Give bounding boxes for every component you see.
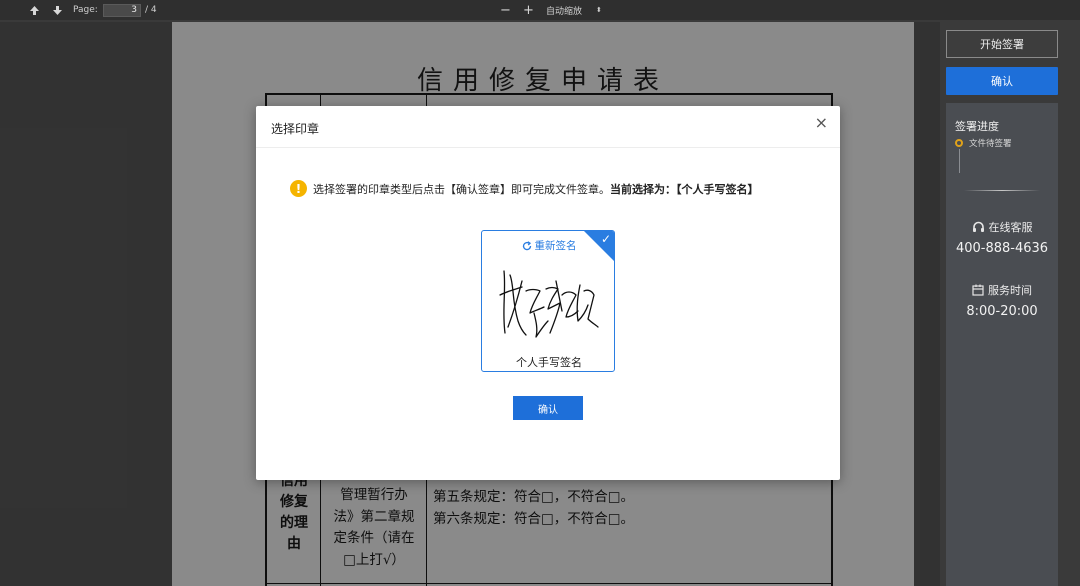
- start-sign-button[interactable]: 开始签署: [946, 30, 1058, 58]
- online-service-link[interactable]: 在线客服: [946, 219, 1058, 235]
- selection-notice: ! 选择签署的印章类型后点击【确认签章】即可完成文件签章。 当前选择为：【个人手…: [290, 180, 810, 197]
- page-number-input[interactable]: [103, 3, 141, 17]
- confirm-sign-button[interactable]: 确认: [513, 396, 583, 420]
- select-seal-dialog: 选择印章 × ! 选择签署的印章类型后点击【确认签章】即可完成文件签章。 当前选…: [256, 106, 840, 480]
- zoom-value: 自动缩放: [546, 6, 583, 17]
- progress-item: 文件待签署: [969, 139, 1012, 149]
- prev-page-button[interactable]: [27, 3, 41, 17]
- panel-confirm-button[interactable]: 确认: [946, 67, 1058, 95]
- page-label: Page:: [73, 5, 98, 15]
- select-caret-icon: ⬍: [596, 6, 602, 14]
- service-hours-label: 服务时间: [946, 282, 1058, 298]
- warning-icon: !: [290, 180, 307, 197]
- service-phone: 400-888-4636: [955, 241, 1049, 256]
- dialog-header: 选择印章 ×: [256, 106, 840, 148]
- calendar-icon: [972, 284, 984, 296]
- resign-button[interactable]: 重新签名: [482, 238, 614, 253]
- refresh-icon: [522, 240, 531, 250]
- notice-current-selection: 当前选择为：【个人手写签名】: [610, 182, 759, 196]
- zoom-in-button[interactable]: +: [523, 0, 534, 20]
- seal-option-handwritten[interactable]: ✓ 重新签名 个人手写签名: [481, 230, 615, 372]
- viewer-toolbar: Page: / 4 − + 自动缩放 ⬍: [0, 0, 1080, 20]
- progress-dot-icon: [955, 139, 963, 147]
- page-total: / 4: [145, 5, 157, 15]
- panel-divider: [964, 190, 1040, 191]
- notice-text: 选择签署的印章类型后点击【确认签章】即可完成文件签章。: [313, 182, 610, 196]
- arrow-up-icon: [29, 5, 39, 15]
- arrow-down-icon: [52, 5, 62, 15]
- dialog-title: 选择印章: [271, 122, 320, 136]
- progress-title: 签署进度: [955, 120, 999, 133]
- headset-icon: [972, 221, 984, 232]
- handwritten-signature-image: [499, 270, 599, 338]
- service-hours: 8:00-20:00: [966, 304, 1038, 319]
- zoom-out-button[interactable]: −: [500, 0, 511, 20]
- sign-side-panel: 签署进度 文件待签署 在线客服 400-888-4636 服务时间 8:00-2…: [946, 103, 1058, 586]
- zoom-select[interactable]: 自动缩放 ⬍: [546, 0, 602, 20]
- progress-line: [958, 149, 960, 173]
- seal-name: 个人手写签名: [516, 356, 582, 369]
- close-icon[interactable]: ×: [815, 115, 828, 131]
- next-page-button[interactable]: [50, 3, 64, 17]
